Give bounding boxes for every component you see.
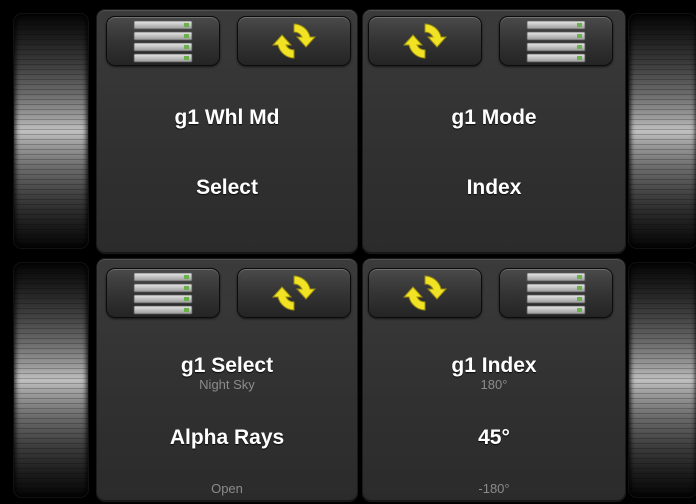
sync-button[interactable]	[368, 268, 482, 318]
panel-value: Index	[466, 176, 522, 199]
panel-value: Alpha Rays	[169, 426, 285, 449]
sync-arrows-icon	[272, 275, 316, 311]
list-button[interactable]	[499, 16, 613, 66]
stacked-list-icon	[526, 272, 586, 315]
panel-title: g1 Mode	[451, 106, 537, 129]
stacked-list-icon	[133, 272, 193, 315]
sync-arrows-icon	[403, 275, 447, 311]
wheel-left-top[interactable]	[13, 13, 89, 249]
stacked-list-icon	[133, 20, 193, 63]
sync-button[interactable]	[368, 16, 482, 66]
panel-value: Select	[196, 176, 258, 199]
sync-arrows-icon	[272, 23, 316, 59]
sync-button[interactable]	[237, 268, 351, 318]
lower-value-label: Open	[211, 481, 243, 496]
upper-value-label: 180°	[480, 377, 508, 392]
list-button[interactable]	[106, 268, 220, 318]
wheel-right-bottom[interactable]	[628, 262, 696, 498]
panel-title: g1 Select	[180, 354, 274, 377]
sync-button[interactable]	[237, 16, 351, 66]
list-button[interactable]	[106, 16, 220, 66]
upper-value-label: Night Sky	[199, 377, 255, 392]
panel-title: g1 Whl Md	[174, 106, 280, 129]
list-button[interactable]	[499, 268, 613, 318]
sync-arrows-icon	[403, 23, 447, 59]
panel-title: g1 Index	[451, 354, 537, 377]
wheel-left-bottom[interactable]	[13, 262, 89, 498]
panel-value: 45°	[478, 426, 510, 449]
wheel-right-top[interactable]	[628, 13, 696, 249]
stacked-list-icon	[526, 20, 586, 63]
lower-value-label: -180°	[478, 481, 510, 496]
